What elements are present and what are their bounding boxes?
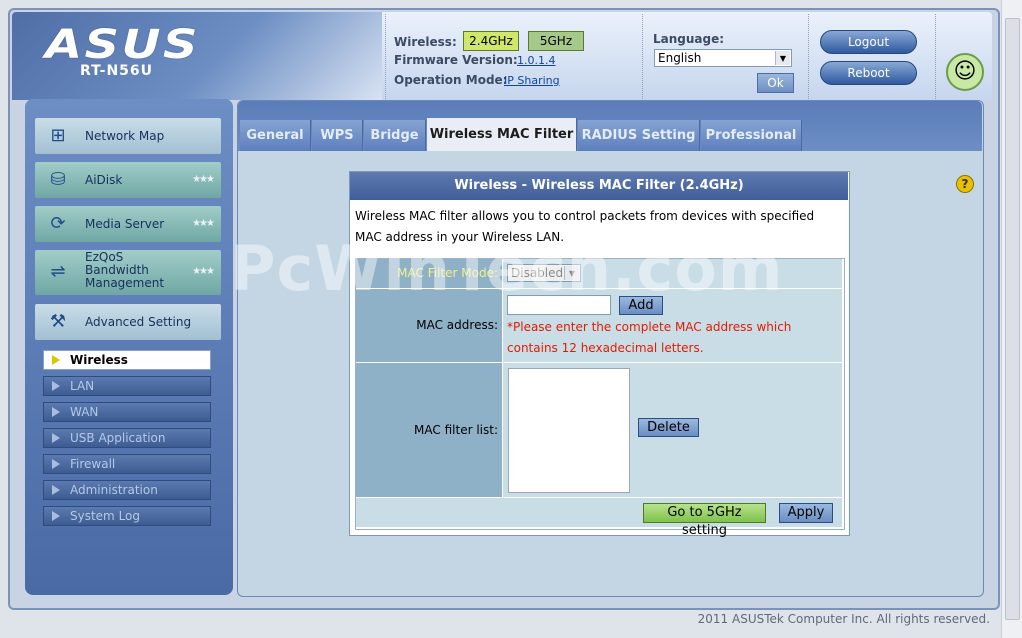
band-2-4ghz-button[interactable]: 2.4GHz [463,31,519,51]
action-row [356,498,842,527]
submenu-label: Administration [70,483,158,497]
language-ok-button[interactable]: Ok [757,73,794,93]
filter-mode-label: MAC Filter Mode: [356,259,502,288]
mac-error-text: *Please enter the complete MAC address w… [507,320,792,355]
help-icon[interactable]: ? [956,175,974,193]
tab-general[interactable]: General [240,120,311,151]
opmode-link[interactable]: IP Sharing [504,74,560,87]
arrow-right-icon [52,381,60,391]
scrollbar-thumb[interactable] [1005,18,1020,620]
header-separator [935,14,937,99]
stars-icon: ★★★ [192,266,215,277]
language-select[interactable]: English ▼ [654,49,792,67]
submenu-administration[interactable]: Administration [43,480,211,500]
panel-title: Wireless - Wireless MAC Filter (2.4GHz) [350,172,848,200]
model-name: RT-N56U [80,63,154,79]
qos-icon: ⇌ [50,261,66,282]
submenu-label: Wireless [70,353,128,367]
menu-ezqos[interactable]: ⇌ EzQoS Bandwidth Management ★★★ [35,250,221,295]
band-5ghz-button[interactable]: 5GHz [528,31,584,51]
firmware-label: Firmware Version: [394,53,518,67]
tab-wireless-mac-filter[interactable]: Wireless MAC Filter [427,118,577,151]
wireless-label: Wireless: [394,35,457,49]
logout-button[interactable]: Logout [820,30,917,54]
submenu-label: System Log [70,509,140,523]
tab-radius-setting[interactable]: RADIUS Setting [578,120,700,151]
filter-mode-value: Disabled [511,266,564,280]
disk-icon: ⛁ [50,169,66,190]
mac-address-label: MAC address: [356,289,502,362]
arrow-right-icon [52,355,60,365]
filter-mode-select[interactable]: Disabled ▼ [507,264,581,282]
submenu-label: Firewall [70,457,116,471]
add-button[interactable]: Add [619,296,663,315]
menu-label: AiDisk [85,173,123,187]
menu-label: Advanced Setting [85,315,192,329]
asus-logo: ASUS [45,22,200,68]
tab-wps[interactable]: WPS [312,120,363,151]
menu-aidisk[interactable]: ⛁ AiDisk ★★★ [35,162,221,198]
submenu-wireless[interactable]: Wireless [43,350,211,370]
apply-button[interactable]: Apply [779,503,833,523]
delete-button[interactable]: Delete [638,418,699,437]
submenu-label: WAN [70,405,99,419]
menu-label: Network Map [85,129,165,143]
submenu-usb-application[interactable]: USB Application [43,428,211,448]
submenu-firewall[interactable]: Firewall [43,454,211,474]
mac-filter-list[interactable] [508,368,630,493]
submenu-lan[interactable]: LAN [43,376,211,396]
goto-5ghz-button[interactable]: Go to 5GHz setting [643,503,766,538]
tools-icon: ⚒ [49,311,67,332]
menu-label: Media Server [85,217,165,231]
menu-label: EzQoS Bandwidth Management [85,250,165,290]
header-buttons [808,14,934,99]
mac-address-input[interactable] [507,295,611,315]
reboot-button[interactable]: Reboot [820,61,917,85]
vertical-scrollbar[interactable] [1001,0,1022,638]
tab-bridge[interactable]: Bridge [364,120,426,151]
arrow-right-icon [52,459,60,469]
stars-icon: ★★★ [192,174,215,185]
arrow-right-icon [52,485,60,495]
language-value: English [658,51,702,65]
media-server-icon: ⟳ [50,213,66,234]
firmware-link[interactable]: 1.0.1.4 [517,54,555,67]
menu-advanced-setting[interactable]: ⚒ Advanced Setting [35,304,221,340]
opmode-label: Operation Mode: [394,73,508,87]
language-label: Language: [653,32,725,46]
menu-network-map[interactable]: ⊞ Network Map [35,118,221,154]
submenu-wan[interactable]: WAN [43,402,211,422]
submenu-system-log[interactable]: System Log [43,506,211,526]
chevron-down-icon: ▼ [775,51,790,65]
copyright-footer: 2011 ASUSTek Computer Inc. All rights re… [697,612,990,626]
network-map-icon: ⊞ [50,125,66,146]
menu-media-server[interactable]: ⟳ Media Server ★★★ [35,206,221,242]
tab-professional[interactable]: Professional [701,120,802,151]
stars-icon: ★★★ [192,218,215,229]
arrow-right-icon [52,511,60,521]
arrow-right-icon [52,407,60,417]
submenu-label: LAN [70,379,95,393]
submenu-label: USB Application [70,431,166,445]
panel-description: Wireless MAC filter allows you to contro… [355,209,815,244]
arrow-right-icon [52,433,60,443]
chevron-down-icon: ▼ [564,266,579,280]
filter-list-label: MAC filter list: [356,363,502,497]
mascot-icon: ☺ [946,53,984,91]
